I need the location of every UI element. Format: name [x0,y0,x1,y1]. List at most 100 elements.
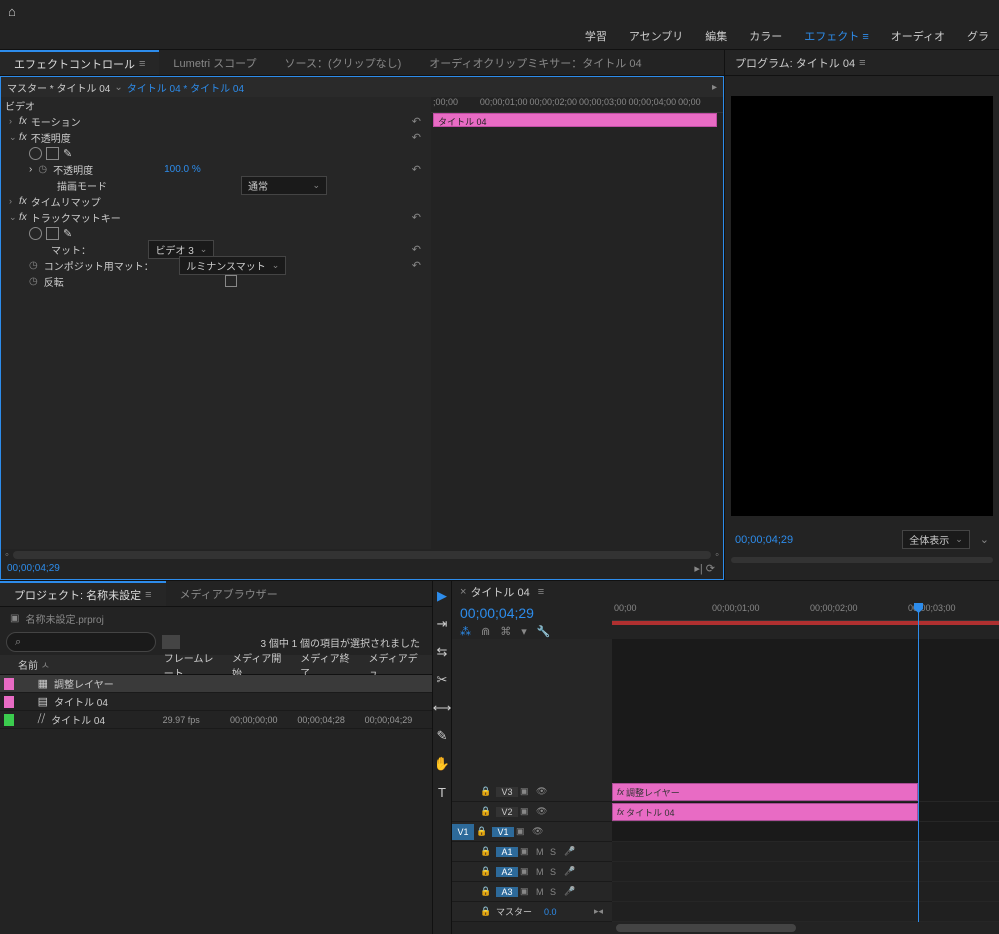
track-head-master[interactable]: 🔒 マスター 0.0 ▸◂ [452,902,612,922]
sync-lock-icon[interactable]: ▣ [520,866,534,877]
track-head-a3[interactable]: 🔒 A3 ▣ M S 🎤 [452,882,612,902]
selection-tool-icon[interactable]: ▶ [433,587,451,605]
link-icon[interactable]: ⌘ [500,625,511,638]
ellipse-mask-icon[interactable] [29,147,42,160]
rect-mask-icon[interactable] [46,147,59,160]
scroll-left-icon[interactable]: ◦ [5,549,9,561]
fx-track-matte[interactable]: トラックマットキー [31,210,121,225]
tab-effect-controls[interactable]: エフェクトコントロール [0,50,159,75]
track-name[interactable]: V1 [492,827,514,837]
program-viewport[interactable] [731,96,993,516]
track-name[interactable]: A1 [496,847,518,857]
label-color[interactable] [4,696,14,708]
expand-icon[interactable]: ▸◂ [594,906,608,917]
playhead[interactable] [918,603,919,639]
track-a2[interactable] [612,862,999,882]
sequence-name[interactable]: タイトル 04 [470,584,529,600]
timeline-ruler[interactable]: 00;00 00;00;01;00 00;00;02;00 00;00;03;0… [612,603,999,621]
track-v1[interactable] [612,822,999,842]
stopwatch-icon[interactable]: ◷ [29,260,38,271]
reset-icon[interactable]: ↶ [412,259,421,272]
tab-media-browser[interactable]: メディアブラウザー [166,581,292,606]
reset-icon[interactable]: ↶ [412,243,421,256]
reset-icon[interactable]: ↶ [412,211,421,224]
mic-icon[interactable]: 🎤 [564,846,578,857]
fx-opacity[interactable]: 不透明度 [31,130,71,145]
caret-icon[interactable]: › [9,196,15,206]
pen-tool-icon[interactable]: ✎ [433,727,451,745]
track-a1[interactable] [612,842,999,862]
ripple-tool-icon[interactable]: ⇆ [433,643,451,661]
caret-icon[interactable]: › [9,116,15,126]
track-content[interactable]: fx調整レイヤー fxタイトル 04 [612,639,999,922]
source-patch-v1[interactable]: V1 [452,824,474,840]
wrench-icon[interactable]: 🔧 [537,625,551,638]
blend-mode-select[interactable]: 通常 [241,176,327,195]
track-head-v1[interactable]: V1 🔒 V1 ▣ 👁 [452,822,612,842]
fx-badge[interactable]: fx [19,196,27,207]
eye-icon[interactable]: 👁 [536,806,550,817]
sync-lock-icon[interactable]: ▣ [520,786,534,797]
ellipse-mask-icon[interactable] [29,227,42,240]
effcon-timeline[interactable]: ;00;00 00;00;01;00 00;00;02;00 00;00;03;… [431,97,723,549]
ws-tab-color[interactable]: カラー [749,28,782,44]
stopwatch-icon[interactable]: ◷ [38,164,47,175]
scroll-right-icon[interactable]: ◦ [715,549,719,561]
bin-icon[interactable]: ▣ [10,613,19,624]
project-row[interactable]: ⧸⧸タイトル 04 29.97 fps 00;00;00;00 00;00;04… [0,711,432,729]
mute-button[interactable]: M [536,847,548,857]
ws-tab-edit[interactable]: 編集 [705,28,727,44]
reset-icon[interactable]: ↶ [412,163,421,176]
clip-adjustment-layer[interactable]: fx調整レイヤー [612,783,918,801]
mute-button[interactable]: M [536,887,548,897]
lock-icon[interactable]: 🔒 [480,906,494,917]
lock-icon[interactable]: 🔒 [480,886,494,897]
clip-title[interactable]: fxタイトル 04 [612,803,918,821]
track-name[interactable]: A2 [496,867,518,877]
playhead-line[interactable] [918,639,919,922]
search-input[interactable]: ⌕ [6,632,156,652]
track-name[interactable]: V2 [496,807,518,817]
effcon-clip-bar[interactable]: タイトル 04 [433,113,717,127]
timeline-time[interactable]: 00;00;04;29 [460,605,604,621]
effcon-scrollbar[interactable]: ◦ ◦ [1,549,723,561]
master-value[interactable]: 0.0 [544,907,557,917]
timeline-scrollbar[interactable] [452,922,999,934]
opacity-value[interactable]: 100.0 % [164,164,201,175]
pen-mask-icon[interactable]: ✎ [63,227,72,240]
sync-lock-icon[interactable]: ▣ [516,826,530,837]
settings-dropdown-icon[interactable]: ⌄ [980,533,989,546]
effcon-ruler[interactable]: ;00;00 00;00;01;00 00;00;02;00 00;00;03;… [431,97,723,113]
solo-button[interactable]: S [550,887,562,897]
ws-tab-audio[interactable]: オーディオ [891,28,945,44]
caret-icon[interactable]: ⌄ [9,132,15,143]
slip-tool-icon[interactable]: ⟷ [433,699,451,717]
pen-mask-icon[interactable]: ✎ [63,147,72,160]
track-select-tool-icon[interactable]: ⇥ [433,615,451,633]
track-v2[interactable]: fxタイトル 04 [612,802,999,822]
snap-icon[interactable]: ⁂ [460,625,471,638]
lock-icon[interactable]: 🔒 [480,806,494,817]
track-head-a1[interactable]: 🔒 A1 ▣ M S 🎤 [452,842,612,862]
invert-checkbox[interactable] [225,275,237,287]
rect-mask-icon[interactable] [46,227,59,240]
fx-timeremap[interactable]: タイムリマップ [31,194,101,209]
project-row[interactable]: ▤タイトル 04 [0,693,432,711]
zoom-select[interactable]: 全体表示 [902,530,970,549]
ws-tab-graphics[interactable]: グラ [967,28,989,44]
ec-clip-name[interactable]: タイトル 04 * タイトル 04 [127,80,244,95]
tab-source[interactable]: ソース：(クリップなし) [271,50,416,75]
type-tool-icon[interactable]: T [433,783,451,801]
tab-audio-mixer[interactable]: オーディオクリップミキサー：タイトル 04 [415,50,655,75]
track-v3[interactable]: fx調整レイヤー [612,782,999,802]
solo-button[interactable]: S [550,847,562,857]
tab-project[interactable]: プロジェクト: 名称未設定 [0,581,166,606]
mic-icon[interactable]: 🎤 [564,886,578,897]
lock-icon[interactable]: 🔒 [480,866,494,877]
program-time[interactable]: 00;00;04;29 [735,534,793,546]
fx-badge[interactable]: fx [19,132,27,143]
marker-icon[interactable]: ▾ [521,625,527,638]
program-ruler[interactable] [731,557,993,577]
ec-master-clip[interactable]: マスター * タイトル 04 [7,80,110,95]
sync-lock-icon[interactable]: ▣ [520,806,534,817]
